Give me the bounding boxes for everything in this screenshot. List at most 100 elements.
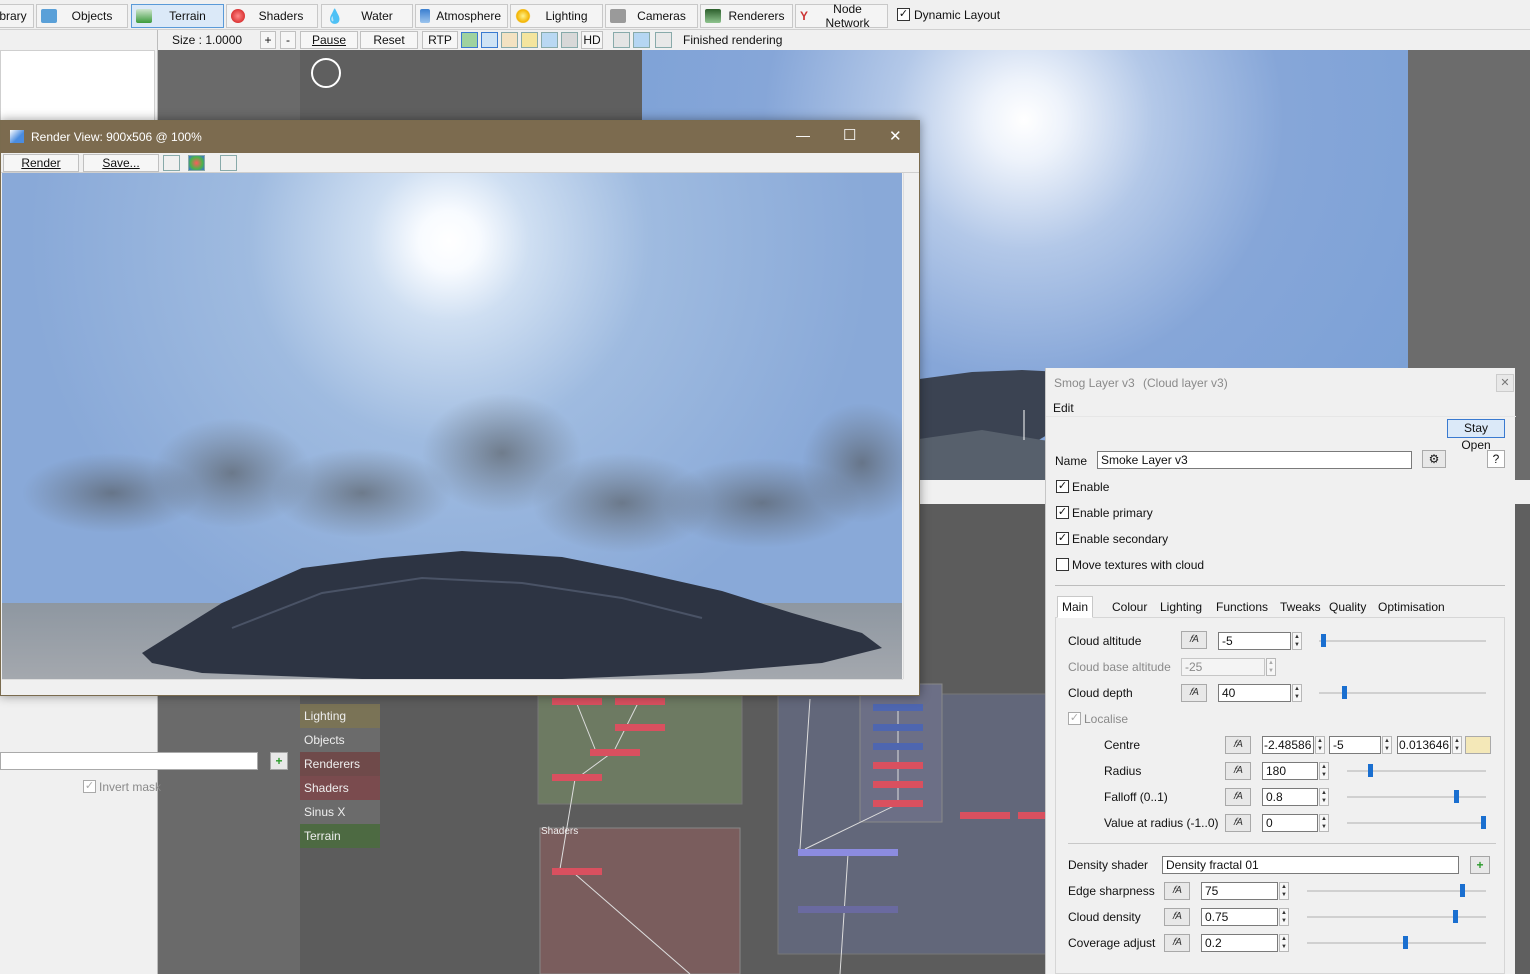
cameras-button[interactable]: Cameras [605,4,698,28]
tab-main[interactable]: Main [1057,596,1094,618]
render-view-titlebar[interactable]: Render View: 900x506 @ 100% — ☐ ✕ [1,121,919,153]
node[interactable] [873,724,923,731]
horizontal-scrollbar[interactable] [2,679,903,695]
function-icon[interactable]: 𝑓A [1225,814,1251,832]
add-icon[interactable]: + [270,752,288,770]
value-at-radius-input[interactable]: 0 [1262,814,1318,832]
maximize-button[interactable]: ☐ [843,126,856,144]
value-at-radius-spinner[interactable]: ▲ ▼ [1319,814,1329,832]
cloud-depth-input[interactable]: 40 [1218,684,1291,702]
cloud-density-spinner[interactable]: ▲ ▼ [1279,908,1289,926]
library-button[interactable]: brary [0,4,34,28]
zoom-icon[interactable] [163,155,180,171]
paste-icon[interactable] [1465,736,1491,754]
falloff-slider-thumb[interactable] [1454,790,1460,803]
node[interactable] [1018,812,1045,819]
tab-optimisation[interactable]: Optimisation [1373,596,1450,618]
node[interactable] [873,800,923,807]
stay-open-button[interactable]: Stay Open [1447,419,1505,452]
tab-quality[interactable]: Quality [1324,596,1371,618]
falloff-slider[interactable] [1347,796,1486,798]
atmosphere-button[interactable]: Atmosphere [415,4,508,28]
renderers-button[interactable]: Renderers [700,4,793,28]
coverage-adjust-input[interactable]: 0.2 [1201,934,1278,952]
close-button[interactable]: ✕ [889,127,902,145]
reset-button[interactable]: Reset [360,31,418,49]
edge-sharpness-slider-thumb[interactable] [1460,884,1466,897]
function-icon[interactable]: 𝑓A [1225,762,1251,780]
value-at-radius-slider-thumb[interactable] [1481,816,1486,829]
node[interactable] [873,781,923,788]
function-icon[interactable]: 𝑓A [1164,934,1190,952]
node[interactable] [615,698,665,705]
function-icon[interactable]: 𝑓A [1181,684,1207,702]
enable-primary-checkbox[interactable]: ✓ [1056,506,1069,519]
enable-secondary-checkbox[interactable]: ✓ [1056,532,1069,545]
cloud-toggle-icon[interactable] [561,32,578,48]
shaders-button[interactable]: Shaders [226,4,318,28]
node[interactable] [960,812,1010,819]
node[interactable] [615,724,665,731]
navigation-gizmo-icon[interactable] [311,58,341,88]
node-network-button[interactable]: Y Node Network [795,2,888,30]
edge-sharpness-spinner[interactable]: ▲ ▼ [1279,882,1289,900]
centre-y-input[interactable]: -5 [1329,736,1381,754]
node[interactable] [873,743,923,750]
edit-menu[interactable]: Edit [1053,401,1074,415]
water-button[interactable]: 💧 Water [321,4,413,28]
invert-mask-checkbox[interactable]: ✓ [83,780,96,793]
node-smog-layer[interactable] [798,906,898,913]
light-toggle-icon[interactable] [521,32,538,48]
node-category-shaders[interactable]: Shaders [300,776,380,800]
focus-icon[interactable] [633,32,650,48]
radius-slider-thumb[interactable] [1368,764,1374,777]
coverage-adjust-slider[interactable] [1307,942,1486,944]
function-icon[interactable]: 𝑓A [1164,908,1190,926]
function-icon[interactable]: 𝑓A [1225,788,1251,806]
centre-x-spinner[interactable]: ▲ ▼ [1315,736,1325,754]
pick-icon[interactable] [613,32,630,48]
pause-button[interactable]: Pause [300,31,358,49]
render-button[interactable]: Render [3,154,79,172]
edge-sharpness-input[interactable]: 75 [1201,882,1278,900]
lighting-button[interactable]: Lighting [510,4,603,28]
value-at-radius-slider[interactable] [1347,822,1486,824]
objects-button[interactable]: Objects [36,4,128,28]
centre-x-input[interactable]: -2.48586 [1262,736,1314,754]
node-category-objects[interactable]: Objects [300,728,380,752]
mask-input[interactable] [0,752,258,770]
node-category-renderers[interactable]: Renderers [300,752,380,776]
function-icon[interactable]: 𝑓A [1225,736,1251,754]
node-smoke-layer[interactable] [798,849,898,856]
node[interactable] [552,868,602,875]
save-button[interactable]: Save... [83,154,159,172]
radius-input[interactable]: 180 [1262,762,1318,780]
falloff-spinner[interactable]: ▲ ▼ [1319,788,1329,806]
cloud-depth-spinner[interactable]: ▲ ▼ [1292,684,1302,702]
tab-tweaks[interactable]: Tweaks [1275,596,1326,618]
node-category-lighting[interactable]: Lighting [300,704,380,728]
terrain-button[interactable]: Terrain [131,4,224,28]
node-category-sinus-x[interactable]: Sinus X [300,800,380,824]
wireframe-icon[interactable] [481,32,498,48]
help-button[interactable]: ? [1487,450,1505,468]
size-plus-button[interactable]: + [260,31,276,49]
add-shader-icon[interactable]: + [1470,856,1490,874]
sun-toggle-icon[interactable] [501,32,518,48]
tab-lighting[interactable]: Lighting [1155,596,1207,618]
move-textures-checkbox[interactable] [1056,558,1069,571]
editor-close-icon[interactable]: ✕ [1496,374,1514,392]
density-shader-input[interactable]: Density fractal 01 [1162,856,1459,874]
cloud-density-input[interactable]: 0.75 [1201,908,1278,926]
ruler-icon[interactable] [655,32,672,48]
centre-z-spinner[interactable]: ▲ ▼ [1452,736,1462,754]
node[interactable] [590,749,640,756]
centre-z-input[interactable]: 0.013646 [1397,736,1451,754]
cloud-density-slider-thumb[interactable] [1453,910,1459,923]
preview-mode-icon[interactable] [461,32,478,48]
cloud-altitude-input[interactable]: -5 [1218,632,1291,650]
tab-colour[interactable]: Colour [1107,596,1152,618]
render-image[interactable] [2,173,902,679]
name-input[interactable]: Smoke Layer v3 [1097,451,1412,469]
render-view-window[interactable]: Render View: 900x506 @ 100% — ☐ ✕ Render… [0,120,920,696]
